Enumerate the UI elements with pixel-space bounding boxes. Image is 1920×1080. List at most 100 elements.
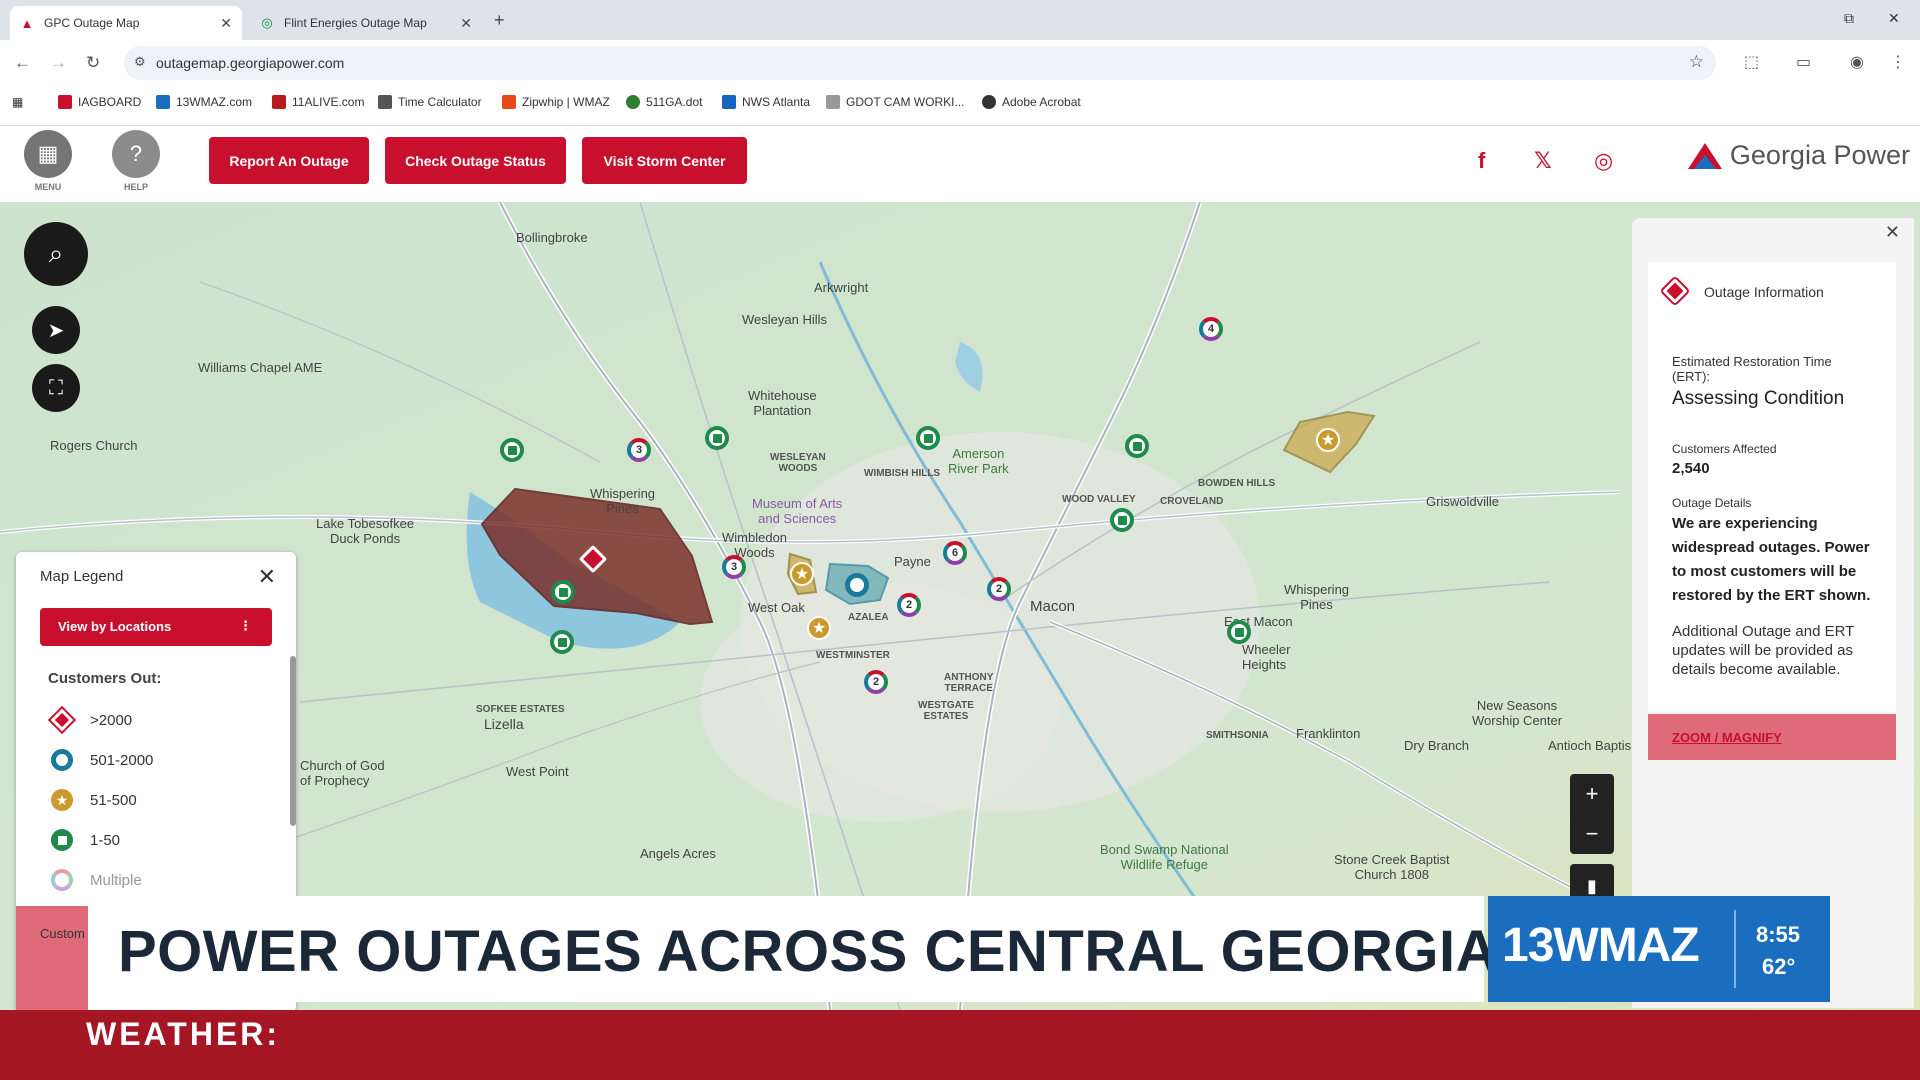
outage-marker-star[interactable]: ★ xyxy=(790,562,814,586)
close-tab-icon[interactable]: ✕ xyxy=(460,15,472,32)
bookmark-nws-atlanta[interactable]: NWS Atlanta xyxy=(722,95,810,109)
bookmark-11alive[interactable]: 11ALIVE.com xyxy=(272,95,364,109)
square-icon xyxy=(50,828,74,852)
outage-marker-small[interactable] xyxy=(1125,434,1149,458)
legend-row-label: 1-50 xyxy=(90,831,121,849)
outage-marker-small[interactable] xyxy=(916,426,940,450)
map-label: Amerson River Park xyxy=(948,446,1009,476)
outage-marker-small[interactable] xyxy=(1110,508,1134,532)
bookmark-gdot-cam[interactable]: GDOT CAM WORKI... xyxy=(826,95,964,109)
outage-cluster-marker[interactable]: 3 xyxy=(627,438,651,462)
outage-cluster-marker[interactable]: 2 xyxy=(864,670,888,694)
forward-icon[interactable]: → xyxy=(50,53,67,73)
more-options-icon[interactable]: ⋮ xyxy=(239,618,252,634)
browser-toolbar: ← → ↻ ⚙ outagemap.georgiapower.com ☆ ⬚ ▭… xyxy=(0,40,1920,126)
outage-cluster-marker[interactable]: 6 xyxy=(943,541,967,565)
outage-marker-small[interactable] xyxy=(500,438,524,462)
grid-icon: ▦ xyxy=(37,141,59,166)
zoom-in-button[interactable]: + xyxy=(1570,774,1614,814)
bookmark-zipwhip[interactable]: Zipwhip | WMAZ xyxy=(502,95,610,109)
outage-marker-small[interactable] xyxy=(550,630,574,654)
outage-cluster-marker[interactable]: 3 xyxy=(722,555,746,579)
outage-marker-small[interactable] xyxy=(705,426,729,450)
address-bar[interactable]: ⚙ outagemap.georgiapower.com ☆ xyxy=(124,46,1716,80)
tab-flint-energies[interactable]: ◎ Flint Energies Outage Map ✕ xyxy=(250,6,482,40)
tab-gpc-outage-map[interactable]: ▲ GPC Outage Map ✕ xyxy=(10,6,242,40)
close-window-icon[interactable]: ✕ xyxy=(1888,10,1900,27)
bookmark-adobe-acrobat[interactable]: Adobe Acrobat xyxy=(982,95,1081,109)
back-icon[interactable]: ← xyxy=(14,53,31,73)
reload-icon[interactable]: ↻ xyxy=(86,53,100,73)
bookmark-label: IAGBOARD xyxy=(78,95,142,109)
outage-cluster-marker[interactable]: 2 xyxy=(897,593,921,617)
ert-label: Estimated Restoration Time (ERT): xyxy=(1672,354,1832,384)
outage-cluster-marker[interactable]: 2 xyxy=(987,577,1011,601)
menu-button[interactable]: ▦ xyxy=(24,130,72,178)
search-button[interactable]: ⌕ xyxy=(24,222,88,286)
diamond-icon xyxy=(50,708,74,732)
outage-marker-star[interactable]: ★ xyxy=(807,616,831,640)
bookmark-favicon-icon xyxy=(626,95,640,109)
outage-details-label: Outage Details xyxy=(1672,496,1752,510)
map-label: WESLEYAN WOODS xyxy=(770,452,826,474)
outage-marker-small[interactable] xyxy=(551,580,575,604)
customers-out-label: Customers Out: xyxy=(48,670,162,687)
map-label: Dry Branch xyxy=(1404,738,1470,753)
legend-row: 501-2000 xyxy=(50,748,153,772)
bookmark-favicon-icon xyxy=(156,95,170,109)
extensions-icon[interactable]: ⬚ xyxy=(1744,52,1759,72)
close-legend-icon[interactable]: ✕ xyxy=(258,564,276,590)
new-tab-icon[interactable]: + xyxy=(494,10,505,31)
clock: 8:55 xyxy=(1756,922,1801,947)
outage-cluster-marker[interactable]: 4 xyxy=(1199,317,1223,341)
map-label: Angels Acres xyxy=(640,846,716,861)
map-label: Antioch Baptis xyxy=(1548,738,1632,753)
bookmark-star-icon[interactable]: ☆ xyxy=(1689,52,1704,72)
zoom-magnify-link[interactable]: ZOOM / MAGNIFY xyxy=(1648,714,1896,760)
instagram-icon[interactable]: ◎ xyxy=(1594,148,1613,174)
outage-marker-medium[interactable] xyxy=(845,573,869,597)
map-label: Macon xyxy=(1030,598,1076,615)
georgia-power-logo[interactable]: Georgia Power xyxy=(1686,140,1910,171)
url-text: outagemap.georgiapower.com xyxy=(156,55,345,71)
star-icon: ★ xyxy=(50,788,74,812)
bookmark-511ga[interactable]: 511GA.dot xyxy=(626,95,702,109)
map-label: SMITHSONIA xyxy=(1206,730,1269,741)
x-twitter-icon[interactable]: 𝕏 xyxy=(1534,148,1552,174)
bookmark-time-calculator[interactable]: Time Calculator xyxy=(378,95,482,109)
site-info-icon[interactable]: ⚙ xyxy=(134,54,146,70)
facebook-icon[interactable]: f xyxy=(1478,148,1485,174)
close-panel-icon[interactable]: ✕ xyxy=(1885,222,1900,243)
cast-icon[interactable]: ▭ xyxy=(1796,52,1811,72)
outage-marker-small[interactable] xyxy=(1227,620,1251,644)
fullscreen-button[interactable]: ⛶ xyxy=(32,364,80,412)
browser-menu-icon[interactable]: ⋮ xyxy=(1890,52,1906,72)
outage-marker-star[interactable]: ★ xyxy=(1316,428,1340,452)
map-label: Williams Chapel AME xyxy=(198,360,323,375)
map-label: Arkwright xyxy=(814,280,869,295)
map-label: West Point xyxy=(506,764,569,779)
apps-icon[interactable]: ▦ xyxy=(12,95,23,109)
visit-storm-center-button[interactable]: Visit Storm Center xyxy=(582,137,747,184)
locate-button[interactable]: ➤ xyxy=(32,306,80,354)
bookmark-iagboard[interactable]: IAGBOARD xyxy=(58,95,141,109)
location-arrow-icon: ➤ xyxy=(47,319,65,342)
view-by-locations-button[interactable]: View by Locations ⋮ xyxy=(40,608,272,646)
zoom-out-button[interactable]: − xyxy=(1570,814,1614,854)
restore-window-icon[interactable]: ⧉ xyxy=(1844,10,1854,27)
help-button[interactable]: ? xyxy=(112,130,160,178)
question-icon: ? xyxy=(129,141,143,166)
outage-details-more: Additional Outage and ERT updates will b… xyxy=(1672,623,1855,678)
close-tab-icon[interactable]: ✕ xyxy=(220,15,232,32)
map-label: BOWDEN HILLS xyxy=(1198,478,1276,489)
report-outage-button[interactable]: Report An Outage xyxy=(209,137,369,184)
map-label: Lake Tobesofkee Duck Ponds xyxy=(316,516,415,546)
check-outage-status-button[interactable]: Check Outage Status xyxy=(385,137,566,184)
map-label: Franklinton xyxy=(1296,726,1361,741)
map-label: ANTHONY TERRACE xyxy=(944,672,994,694)
profile-icon[interactable]: ◉ xyxy=(1850,52,1864,72)
legend-scrollbar[interactable] xyxy=(290,656,296,826)
legend-row-label: Multiple xyxy=(90,871,142,889)
map-label: WIMBISH HILLS xyxy=(864,468,941,479)
bookmark-13wmaz[interactable]: 13WMAZ.com xyxy=(156,95,252,109)
